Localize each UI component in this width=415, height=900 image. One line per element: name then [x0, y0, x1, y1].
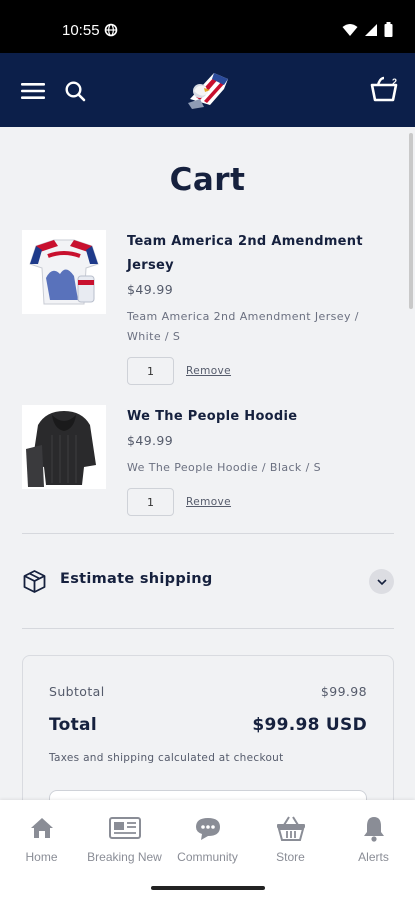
estimate-shipping-label: Estimate shipping [60, 571, 213, 587]
item-name[interactable]: Team America 2nd Amendment Jersey [127, 230, 367, 278]
subtotal-row: Subtotal $99.98 [49, 684, 367, 699]
checkout-button[interactable] [49, 790, 367, 800]
newspaper-icon [108, 817, 141, 839]
package-icon [23, 570, 46, 593]
item-variant: Team America 2nd Amendment Jersey / Whit… [127, 310, 359, 343]
nav-community[interactable]: Community [166, 814, 249, 864]
basket-icon [276, 816, 305, 841]
item-name[interactable]: We The People Hoodie [127, 405, 367, 429]
nav-label: Community [177, 850, 238, 864]
top-app-bar: 2 [0, 53, 415, 127]
nav-label: Alerts [358, 850, 389, 864]
status-icons [342, 22, 393, 37]
cart-count-badge: 2 [391, 77, 397, 87]
nav-label: Breaking New [87, 850, 162, 864]
quantity-input[interactable]: 1 [127, 488, 174, 516]
remove-link[interactable]: Remove [186, 496, 231, 508]
wifi-icon [342, 23, 358, 36]
nav-home[interactable]: Home [0, 814, 83, 864]
nav-alerts[interactable]: Alerts [332, 814, 415, 864]
bell-icon [363, 817, 384, 842]
item-price: $49.99 [127, 433, 174, 448]
remove-link[interactable]: Remove [186, 365, 231, 377]
globe-icon [104, 23, 118, 37]
subtotal-label: Subtotal [49, 684, 105, 699]
quantity-row: 1 Remove [127, 488, 367, 516]
total-row: Total $99.98 USD [49, 715, 367, 735]
quantity-input[interactable]: 1 [127, 357, 174, 385]
total-label: Total [49, 715, 97, 735]
signal-icon [365, 23, 377, 36]
divider [22, 533, 394, 534]
item-price: $49.99 [127, 282, 174, 297]
page-title: Cart [169, 162, 246, 198]
cart-item-details: Team America 2nd Amendment Jersey $49.99… [127, 230, 367, 385]
home-icon [30, 818, 53, 838]
subtotal-value: $99.98 [320, 684, 367, 699]
hamburger-menu-icon[interactable] [20, 80, 46, 102]
chevron-down-icon [376, 578, 387, 585]
nav-store[interactable]: Store [249, 814, 332, 864]
jersey-product-image[interactable] [22, 230, 106, 314]
search-icon[interactable] [64, 80, 86, 102]
cart-page-content[interactable]: Cart Team America 2nd Amendment Jersey $… [0, 127, 415, 800]
estimate-shipping-toggle[interactable]: Estimate shipping [22, 567, 394, 597]
nav-label: Store [276, 850, 305, 864]
quantity-row: 1 Remove [127, 357, 367, 385]
hoodie-product-image[interactable] [22, 405, 106, 489]
battery-icon [384, 22, 393, 37]
item-variant: We The People Hoodie / Black / S [127, 461, 321, 474]
status-time: 10:55 [62, 22, 100, 39]
divider [22, 628, 394, 629]
total-value: $99.98 USD [252, 715, 367, 735]
nav-label: Home [25, 850, 58, 864]
bottom-navigation: Home Breaking New Community Store Alerts [0, 800, 415, 900]
expand-chevron-button[interactable] [369, 569, 394, 594]
status-bar: 10:55 [0, 0, 415, 53]
eagle-flag-logo[interactable] [184, 69, 230, 111]
tax-note: Taxes and shipping calculated at checkou… [49, 752, 284, 764]
nav-breaking-news[interactable]: Breaking New [83, 814, 166, 864]
chat-bubble-icon [195, 818, 220, 840]
scrollbar[interactable] [409, 133, 413, 309]
cart-item-details: We The People Hoodie $49.99 We The Peopl… [127, 405, 367, 516]
gesture-home-bar[interactable] [151, 886, 265, 890]
order-summary: Subtotal $99.98 Total $99.98 USD Taxes a… [22, 655, 394, 800]
